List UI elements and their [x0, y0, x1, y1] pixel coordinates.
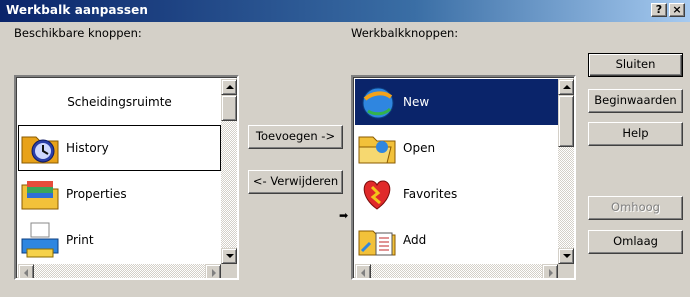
move-up-button[interactable]: Omhoog — [588, 196, 683, 220]
reset-button[interactable]: Beginwaarden — [588, 89, 683, 113]
scroll-thumb[interactable] — [558, 95, 574, 147]
insert-marker-icon: ➡ — [339, 209, 349, 222]
scroll-right-button[interactable] — [205, 264, 221, 278]
favorites-icon — [355, 172, 399, 216]
toolbar-buttons-list[interactable]: New Open Favorites Add — [351, 75, 576, 280]
available-horizontal-scrollbar[interactable] — [18, 264, 221, 278]
list-item[interactable]: New — [355, 79, 558, 125]
list-item-label: Print — [66, 233, 94, 247]
help-title-button[interactable]: ? — [651, 3, 667, 17]
list-item-label: Add — [403, 233, 427, 247]
list-item-label: New — [403, 95, 430, 109]
toolbar-vertical-scrollbar[interactable] — [558, 79, 574, 264]
move-down-button[interactable]: Omlaag — [588, 230, 683, 254]
history-icon — [18, 126, 62, 170]
scroll-left-button[interactable] — [18, 264, 34, 278]
add-icon — [355, 218, 399, 262]
close-title-button[interactable]: × — [669, 3, 685, 17]
toolbar-horizontal-scrollbar[interactable] — [355, 264, 558, 278]
list-item-label: Properties — [66, 187, 127, 201]
available-vertical-scrollbar[interactable] — [221, 79, 237, 264]
scroll-right-button[interactable] — [542, 264, 558, 278]
list-item[interactable]: Print — [18, 217, 221, 263]
scroll-up-button[interactable] — [558, 79, 574, 95]
list-item-label: History — [66, 141, 109, 155]
list-item-label: Scheidingsruimte — [67, 95, 172, 109]
open-icon — [355, 126, 399, 170]
list-item-label: Open — [403, 141, 436, 155]
add-button[interactable]: Toevoegen -> — [248, 125, 343, 149]
window-title: Werkbalk aanpassen — [6, 3, 148, 17]
close-button[interactable]: Sluiten — [588, 53, 683, 77]
list-item[interactable]: Add — [355, 217, 558, 263]
scroll-down-button[interactable] — [558, 248, 574, 264]
available-buttons-list[interactable]: Scheidingsruimte History Properties Prin… — [14, 75, 239, 280]
list-item[interactable]: History — [18, 125, 221, 171]
toolbar-buttons-label: Werkbalkknoppen: — [351, 26, 459, 40]
list-item[interactable]: Scheidingsruimte — [18, 79, 221, 125]
list-item[interactable]: Properties — [18, 171, 221, 217]
properties-icon — [18, 172, 62, 216]
help-button[interactable]: Help — [588, 122, 683, 146]
print-icon — [18, 218, 62, 262]
scroll-down-button[interactable] — [221, 248, 237, 264]
title-bar[interactable]: Werkbalk aanpassen ? × — [0, 0, 690, 22]
list-item[interactable]: Favorites — [355, 171, 558, 217]
list-item-label: Favorites — [403, 187, 458, 201]
available-buttons-label: Beschikbare knoppen: — [14, 26, 142, 40]
list-item[interactable]: Open — [355, 125, 558, 171]
scroll-corner — [221, 264, 237, 278]
remove-button[interactable]: <- Verwijderen — [248, 170, 343, 194]
scroll-left-button[interactable] — [355, 264, 371, 278]
scroll-thumb[interactable] — [221, 95, 237, 121]
scroll-corner — [558, 264, 574, 278]
new-icon — [355, 80, 399, 124]
scroll-up-button[interactable] — [221, 79, 237, 95]
